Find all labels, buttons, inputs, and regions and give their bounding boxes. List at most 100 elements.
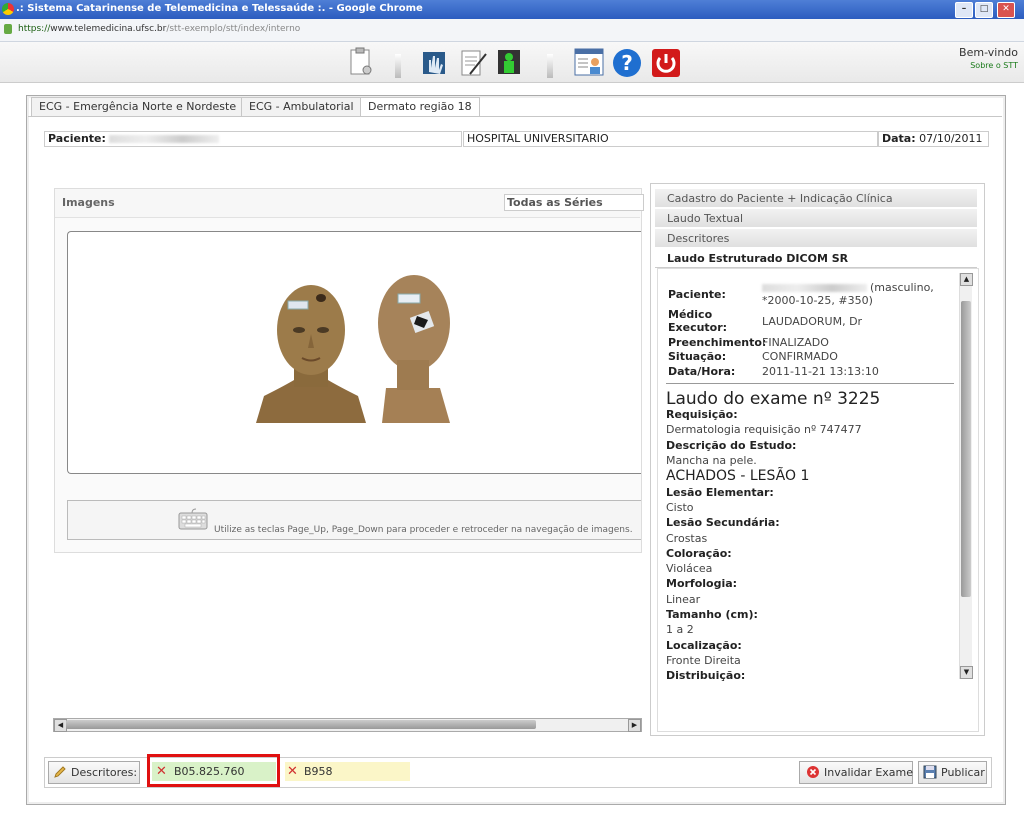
- date-value: 07/10/2011: [919, 132, 983, 145]
- accordion-laudo-estruturado[interactable]: Laudo Estruturado DICOM SR: [655, 249, 977, 268]
- localizacao-label: Localização:: [666, 639, 742, 652]
- tab-ecg-emergencia[interactable]: ECG - Emergência Norte e Nordeste: [31, 97, 245, 116]
- remove-descriptor-icon[interactable]: ✕: [156, 762, 167, 781]
- keyboard-icon: [178, 508, 208, 530]
- laudo-situacao-value: CONFIRMADO: [762, 350, 838, 363]
- distribuicao-label: Distribuição:: [666, 669, 746, 682]
- tab-dermato[interactable]: Dermato região 18: [360, 97, 480, 117]
- chrome-logo-icon: [2, 3, 14, 15]
- cancel-icon: [807, 766, 819, 778]
- window-title: .: Sistema Catarinense de Telemedicina e…: [16, 3, 423, 14]
- tab-divider: [28, 116, 1002, 117]
- vertical-scrollbar[interactable]: ▲ ▼: [959, 273, 973, 679]
- publicar-button[interactable]: Publicar: [918, 761, 987, 784]
- invalidar-label: Invalidar Exame: [824, 766, 914, 779]
- lock-icon: [4, 24, 12, 34]
- address-bar[interactable]: https://www.telemedicina.ufsc.br/stt-exe…: [0, 19, 1024, 42]
- scroll-down-icon[interactable]: ▼: [960, 666, 973, 679]
- accordion-laudo-textual[interactable]: Laudo Textual: [655, 209, 977, 228]
- document-pen-icon[interactable]: [458, 46, 488, 78]
- series-select[interactable]: Todas as Séries: [504, 194, 644, 211]
- mannequin-images[interactable]: [254, 268, 474, 428]
- coloracao-label: Coloração:: [666, 547, 732, 560]
- clipboard-icon[interactable]: [346, 46, 376, 78]
- laudo-paciente-label: Paciente:: [668, 288, 726, 301]
- lesao-secundaria-label: Lesão Secundária:: [666, 516, 780, 529]
- laudo-situacao-label: Situação:: [668, 350, 727, 363]
- coloracao-value: Violácea: [666, 562, 713, 575]
- laudo-preench-label: Preenchimento:: [668, 336, 767, 349]
- welcome-text: Bem-vindo: [959, 46, 1018, 59]
- laudo-medico-value: LAUDADORUM, Dr: [762, 315, 863, 328]
- morfologia-label: Morfologia:: [666, 577, 738, 590]
- maximize-button[interactable]: □: [975, 2, 993, 18]
- monitor-body-icon[interactable]: [494, 46, 524, 78]
- laudo-datahora-value: 2011-11-21 13:13:10: [762, 365, 879, 378]
- descriptor-tag-2: ✕ B958: [285, 762, 410, 781]
- url-text[interactable]: https://www.telemedicina.ufsc.br/stt-exe…: [18, 24, 300, 34]
- welcome-area: Bem-vindo Sobre o STT: [959, 46, 1018, 70]
- toolbar-separator: [395, 54, 401, 78]
- about-link[interactable]: Sobre o STT: [959, 61, 1018, 70]
- descriptor-code-1: B05.825.760: [174, 765, 245, 778]
- invalidar-exame-button[interactable]: Invalidar Exame: [799, 761, 913, 784]
- localizacao-value: Fronte Direita: [666, 654, 741, 667]
- laudo-datahora-label: Data/Hora:: [668, 365, 736, 378]
- image-area: [67, 231, 641, 474]
- toolbar-separator: [547, 54, 553, 78]
- images-title: Imagens: [62, 196, 115, 209]
- minimize-button[interactable]: –: [955, 2, 973, 18]
- descritores-label: Descritores:: [71, 766, 138, 779]
- hospital-field: HOSPITAL UNIVERSITARIO: [463, 131, 878, 147]
- keyboard-hint: Utilize as teclas Page_Up, Page_Down par…: [67, 500, 641, 540]
- laudo-paciente-value2: *2000-10-25, #350): [762, 294, 873, 307]
- horizontal-scrollbar[interactable]: ◀ ▶: [53, 718, 642, 732]
- scroll-thumb-vertical[interactable]: [961, 301, 971, 597]
- requisicao-label: Requisição:: [666, 408, 738, 421]
- scroll-right-icon[interactable]: ▶: [628, 719, 641, 732]
- publicar-label: Publicar: [941, 766, 985, 779]
- patient-label: Paciente:: [48, 132, 106, 145]
- laudo-title: Laudo do exame nº 3225: [666, 389, 881, 409]
- laudo-divider: [666, 383, 954, 384]
- pencil-icon: [54, 766, 66, 778]
- achados-heading: ACHADOS - LESÃO 1: [666, 468, 810, 484]
- svg-text:?: ?: [621, 51, 633, 75]
- remove-descriptor-icon[interactable]: ✕: [287, 762, 298, 781]
- lesao-elementar-label: Lesão Elementar:: [666, 486, 774, 499]
- laudo-preench-value: FINALIZADO: [762, 336, 829, 349]
- patient-name-redacted: [109, 135, 220, 143]
- help-icon[interactable]: ?: [612, 46, 642, 78]
- app-toolbar: ? Bem-vindo Sobre o STT: [0, 42, 1024, 83]
- scroll-thumb[interactable]: [66, 720, 536, 729]
- descritores-button[interactable]: Descritores:: [48, 761, 140, 784]
- laudo-patient-redacted: [762, 284, 867, 292]
- descriptor-code-2: B958: [304, 765, 333, 778]
- user-profile-icon[interactable]: [574, 46, 604, 78]
- close-window-button[interactable]: ✕: [997, 2, 1015, 18]
- lesao-secundaria-value: Crostas: [666, 532, 708, 545]
- save-disk-icon: [923, 765, 937, 779]
- tamanho-value: 1 a 2: [666, 623, 694, 636]
- descriptor-tag-1: ✕ B05.825.760: [152, 762, 276, 781]
- hand-xray-icon[interactable]: [420, 46, 450, 78]
- requisicao-value: Dermatologia requisição nº 747477: [666, 423, 862, 436]
- laudo-paciente-value: (masculino,: [870, 281, 934, 294]
- descricao-label: Descrição do Estudo:: [666, 439, 797, 452]
- morfologia-value: Linear: [666, 593, 701, 606]
- tamanho-label: Tamanho (cm):: [666, 608, 758, 621]
- patient-field: Paciente:: [44, 131, 462, 147]
- laudo-medico-label: Médico: [668, 308, 713, 321]
- lesao-elementar-value: Cisto: [666, 501, 694, 514]
- tab-ecg-ambulatorial[interactable]: ECG - Ambulatorial: [241, 97, 362, 116]
- accordion-cadastro[interactable]: Cadastro do Paciente + Indicação Clínica: [655, 189, 977, 208]
- date-label: Data:: [882, 132, 916, 145]
- keyboard-hint-text: Utilize as teclas Page_Up, Page_Down par…: [214, 525, 633, 535]
- browser-title-bar: .: Sistema Catarinense de Telemedicina e…: [0, 0, 1024, 19]
- date-field: Data: 07/10/2011: [878, 131, 989, 147]
- scroll-up-icon[interactable]: ▲: [960, 273, 973, 286]
- accordion-descritores[interactable]: Descritores: [655, 229, 977, 248]
- power-icon[interactable]: [651, 46, 681, 78]
- descricao-value: Mancha na pele.: [666, 454, 757, 467]
- laudo-executor-label: Executor:: [668, 321, 728, 334]
